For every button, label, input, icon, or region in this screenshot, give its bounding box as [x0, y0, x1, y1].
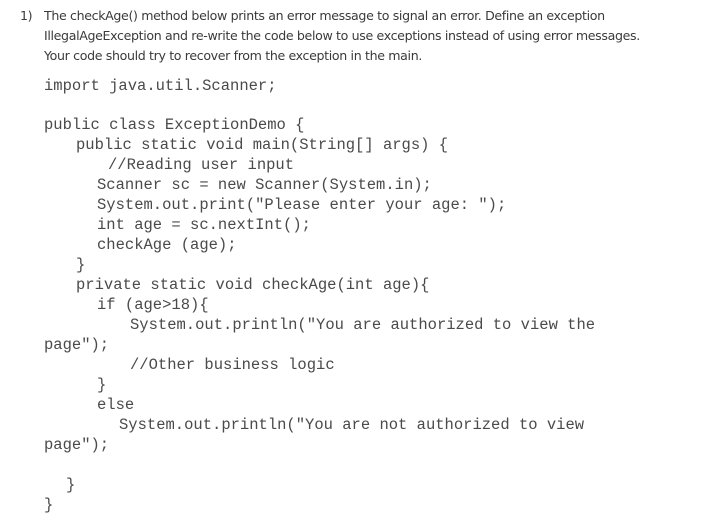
question-line: The checkAge() method below prints an er… [44, 8, 605, 23]
code-line: checkAge (age); [97, 236, 237, 254]
code-line: if (age>18){ [97, 296, 209, 314]
code-line: } [97, 376, 107, 394]
code-line: int age = sc.nextInt(); [97, 216, 311, 234]
code-line: Scanner sc = new Scanner(System.in); [97, 176, 432, 194]
question-number: 1) [20, 8, 33, 23]
question-line: IllegalAgeException and re-write the cod… [44, 27, 640, 43]
code-line: } [76, 256, 86, 274]
question-line: Your code should try to recover from the… [44, 47, 422, 63]
code-line: page"); [44, 436, 110, 454]
code-line: //Other business logic [130, 356, 335, 374]
code-line: else [97, 396, 135, 414]
question-text: The checkAge() method below prints an er… [44, 6, 712, 65]
code-line: System.out.println("You are not authoriz… [119, 416, 585, 434]
code-line: import java.util.Scanner; [44, 77, 277, 95]
code-line: page"); [44, 336, 110, 354]
code-line: System.out.println("You are authorized t… [130, 316, 596, 334]
code-line: private static void checkAge(int age){ [76, 276, 430, 294]
code-line: } [66, 476, 76, 494]
code-line: } [44, 496, 54, 514]
code-line: public class ExceptionDemo { [44, 116, 305, 134]
code-line: public static void main(String[] args) { [76, 136, 449, 154]
code-line: //Reading user input [108, 156, 295, 174]
code-line: System.out.print("Please enter your age:… [97, 196, 507, 214]
